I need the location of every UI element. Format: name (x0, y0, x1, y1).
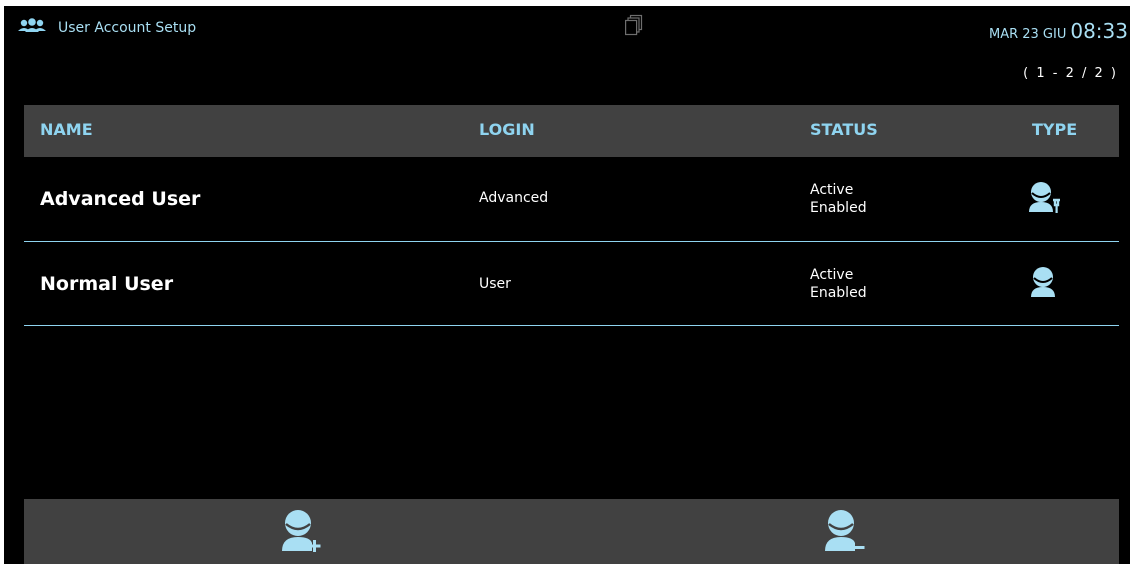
column-header-login[interactable]: LOGIN (479, 120, 535, 139)
table-row[interactable]: Advanced User Advanced Active Enabled (24, 157, 1119, 242)
remove-user-icon (819, 505, 869, 559)
user-login: Advanced (479, 190, 549, 206)
table-header: NAME LOGIN STATUS TYPE (24, 105, 1119, 157)
app-title-bar: User Account Setup (16, 18, 196, 38)
user-login: User (479, 276, 511, 292)
user-status: Active Enabled (810, 266, 867, 302)
add-user-icon (276, 505, 326, 559)
advanced-user-icon (1027, 181, 1067, 219)
status-active: Active (810, 182, 854, 198)
pager-indicator: ( 1 - 2 / 2 ) (1023, 66, 1118, 81)
normal-user-icon (1027, 266, 1067, 304)
date-label: MAR 23 GIU (988, 27, 1067, 42)
column-header-name[interactable]: NAME (40, 120, 93, 139)
screen: User Account Setup MAR 23 GIU 08:33 ( 1 … (4, 6, 1130, 564)
bottom-toolbar (24, 499, 1119, 564)
status-active: Active (810, 267, 854, 283)
column-header-status[interactable]: STATUS (810, 120, 878, 139)
remove-user-button[interactable] (794, 499, 894, 564)
user-name: Advanced User (40, 188, 201, 210)
time-label: 08:33 (1070, 19, 1128, 43)
datetime: MAR 23 GIU 08:33 (989, 19, 1128, 43)
status-enabled: Enabled (810, 285, 867, 301)
add-user-button[interactable] (251, 499, 351, 564)
copy-pages-icon[interactable] (625, 14, 643, 42)
table-row[interactable]: Normal User User Active Enabled (24, 242, 1119, 326)
column-header-type[interactable]: TYPE (1032, 120, 1077, 139)
page-title: User Account Setup (58, 20, 197, 36)
status-enabled: Enabled (810, 200, 867, 216)
user-status: Active Enabled (810, 181, 867, 217)
user-name: Normal User (40, 273, 174, 295)
users-group-icon (16, 18, 48, 38)
